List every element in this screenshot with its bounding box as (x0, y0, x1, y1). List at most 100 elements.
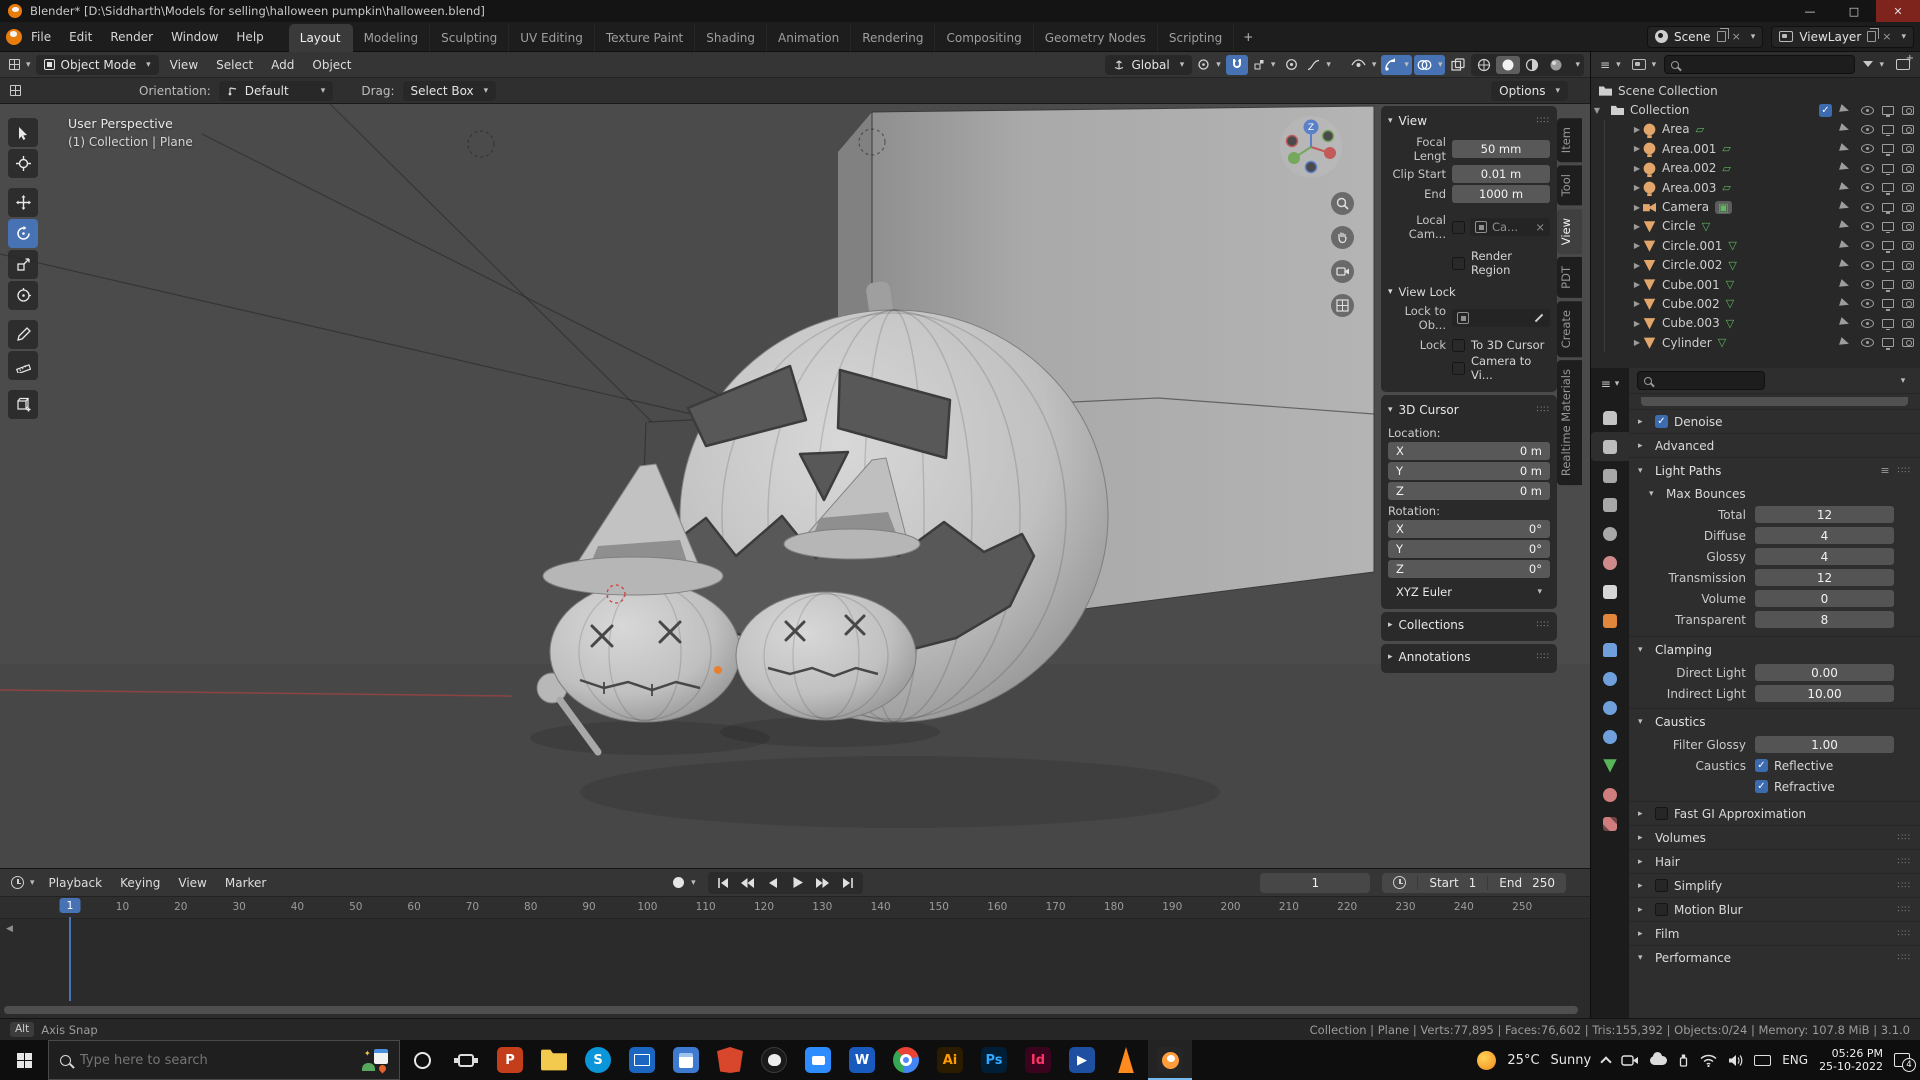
timeline-menu-item[interactable]: Playback (40, 872, 112, 894)
solid-shading-button[interactable] (1496, 55, 1521, 74)
to-3d-cursor-checkbox[interactable] (1452, 338, 1465, 352)
hide-eye-icon[interactable] (1861, 299, 1874, 309)
overlays-button[interactable] (1413, 54, 1446, 75)
outliner-filter-button[interactable] (1860, 55, 1887, 75)
expand-arrow-icon[interactable]: ▶ (1631, 261, 1643, 270)
max-bounces-subpanel-header[interactable]: ▾ Max Bounces (1629, 483, 1920, 504)
measure-tool[interactable] (8, 351, 38, 380)
transform-tool[interactable] (8, 281, 38, 310)
taskbar-app-button[interactable]: W (840, 1040, 884, 1080)
render-disable-icon[interactable] (1902, 338, 1914, 348)
viewport-disable-icon[interactable] (1882, 338, 1894, 350)
fast-gi-panel-header[interactable]: ▸ Fast GI Approximation (1629, 801, 1920, 825)
bounce-value[interactable]: 12 (1755, 569, 1894, 586)
taskbar-app-button[interactable]: Ps (972, 1040, 1016, 1080)
panel-checkbox[interactable] (1655, 903, 1668, 916)
hide-eye-icon[interactable] (1861, 124, 1874, 134)
outliner-display-mode-button[interactable]: ≡ (1597, 55, 1624, 75)
current-frame-field[interactable]: 1 (1260, 872, 1371, 893)
outliner-object-row[interactable]: ▶ Circle (1591, 216, 1920, 237)
bounce-value[interactable]: 0 (1755, 590, 1894, 607)
denoise-checkbox[interactable] (1655, 415, 1668, 428)
viewport-disable-icon[interactable] (1882, 202, 1894, 215)
collapsed-panel-header[interactable]: ▸ Volumes ∷∷ (1629, 825, 1920, 849)
properties-tab[interactable] (1591, 432, 1629, 461)
pan-button[interactable] (1331, 226, 1354, 249)
hide-eye-icon[interactable] (1861, 280, 1874, 290)
expand-arrow-icon[interactable]: ▶ (1631, 203, 1643, 212)
render-disable-icon[interactable] (1902, 260, 1914, 270)
taskbar-app-button[interactable] (1104, 1040, 1148, 1080)
render-disable-icon[interactable] (1902, 280, 1914, 290)
outliner-object-row[interactable]: ▶ Cylinder (1591, 333, 1920, 353)
add-workspace-button[interactable]: + (1234, 26, 1262, 48)
workspace-tab[interactable]: Texture Paint (595, 23, 696, 52)
camera-to-view-checkbox[interactable] (1452, 361, 1465, 375)
play-button[interactable] (787, 874, 809, 892)
selectable-icon[interactable] (1839, 239, 1854, 252)
properties-tab[interactable] (1591, 403, 1629, 432)
outliner-object-row[interactable]: ▶ Area (1591, 119, 1920, 140)
scene-collection-row[interactable]: Scene Collection (1591, 81, 1920, 100)
render-region-checkbox[interactable] (1452, 256, 1465, 270)
pivot-point-button[interactable] (1194, 55, 1224, 75)
properties-tab[interactable] (1591, 519, 1629, 548)
bounce-value[interactable]: 8 (1755, 611, 1894, 628)
render-disable-icon[interactable] (1902, 318, 1914, 328)
render-disable-icon[interactable] (1902, 202, 1914, 212)
workspace-tab[interactable]: Layout (288, 23, 353, 52)
viewlayer-selector[interactable]: ViewLayer × (1771, 25, 1914, 48)
menu-item[interactable]: Edit (60, 26, 101, 48)
minimize-button[interactable]: — (1788, 0, 1832, 22)
hide-eye-icon[interactable] (1861, 202, 1874, 212)
onedrive-icon[interactable] (1650, 1051, 1668, 1065)
hide-eye-icon[interactable] (1861, 183, 1874, 193)
expand-arrow-icon[interactable]: ▶ (1631, 222, 1643, 231)
collapse-arrow-icon[interactable]: ▼ (1591, 106, 1603, 115)
menu-item[interactable]: Window (162, 26, 227, 48)
selectable-icon[interactable] (1839, 278, 1854, 291)
outliner-object-row[interactable]: ▶ Circle.001 (1591, 236, 1920, 256)
panel-drag-handle[interactable]: ∷∷ (1898, 905, 1911, 915)
advanced-panel-header[interactable]: ▸ Advanced (1629, 433, 1920, 457)
viewport-disable-icon[interactable] (1882, 241, 1894, 253)
start-frame-field[interactable]: Start 1 (1417, 875, 1487, 890)
field-value[interactable]: 0.01 m (1452, 165, 1550, 183)
collection-checkbox[interactable] (1819, 103, 1832, 117)
camera-view-button[interactable] (1331, 260, 1354, 283)
hide-eye-icon[interactable] (1861, 241, 1874, 251)
unlink-scene-icon[interactable]: × (1732, 30, 1741, 43)
location-axis-field[interactable]: X 0 m (1388, 442, 1550, 460)
collapsed-panel-header[interactable]: ▸ Simplify ∷∷ (1629, 873, 1920, 897)
taskbar-app-button[interactable] (708, 1040, 752, 1080)
rotation-axis-field[interactable]: X 0° (1388, 520, 1550, 538)
xray-toggle-button[interactable] (1447, 55, 1469, 75)
search-highlight-icon[interactable]: ✦ (362, 1049, 388, 1074)
properties-tab[interactable] (1591, 635, 1629, 664)
cursor-tool[interactable] (8, 149, 38, 178)
performance-panel-header[interactable]: ▾ Performance ∷∷ (1629, 945, 1920, 969)
jump-to-end-button[interactable] (837, 874, 859, 892)
properties-tab[interactable] (1591, 490, 1629, 519)
properties-tab[interactable] (1591, 606, 1629, 635)
outliner-object-row[interactable]: ▶ Cube.001 (1591, 274, 1920, 295)
object-visibility-button[interactable] (1348, 55, 1380, 75)
selectable-icon[interactable] (1839, 143, 1854, 155)
render-disable-icon[interactable] (1902, 299, 1914, 309)
properties-tab[interactable] (1591, 461, 1629, 490)
view-panel-header[interactable]: View ∷∷ (1388, 111, 1550, 133)
sidebar-tab[interactable]: View (1557, 208, 1582, 254)
panel-checkbox[interactable] (1655, 879, 1668, 892)
sidebar-tab[interactable]: Realtime Materials (1557, 359, 1582, 486)
expand-arrow-icon[interactable]: ▶ (1631, 164, 1643, 173)
fast-gi-checkbox[interactable] (1655, 807, 1668, 820)
timeline-scrollbar[interactable] (4, 1006, 1578, 1014)
expand-arrow-icon[interactable]: ▶ (1631, 299, 1643, 308)
panel-drag-handle[interactable]: ∷∷ (1898, 833, 1911, 843)
viewport-disable-icon[interactable] (1882, 280, 1894, 292)
clamp-value[interactable]: 10.00 (1755, 685, 1894, 702)
outliner-filter-mode-button[interactable] (1629, 55, 1660, 75)
timeline-menu-item[interactable]: Marker (216, 872, 275, 894)
workspace-tab[interactable]: Modeling (353, 23, 431, 52)
sidebar-tab[interactable]: Tool (1557, 165, 1582, 206)
